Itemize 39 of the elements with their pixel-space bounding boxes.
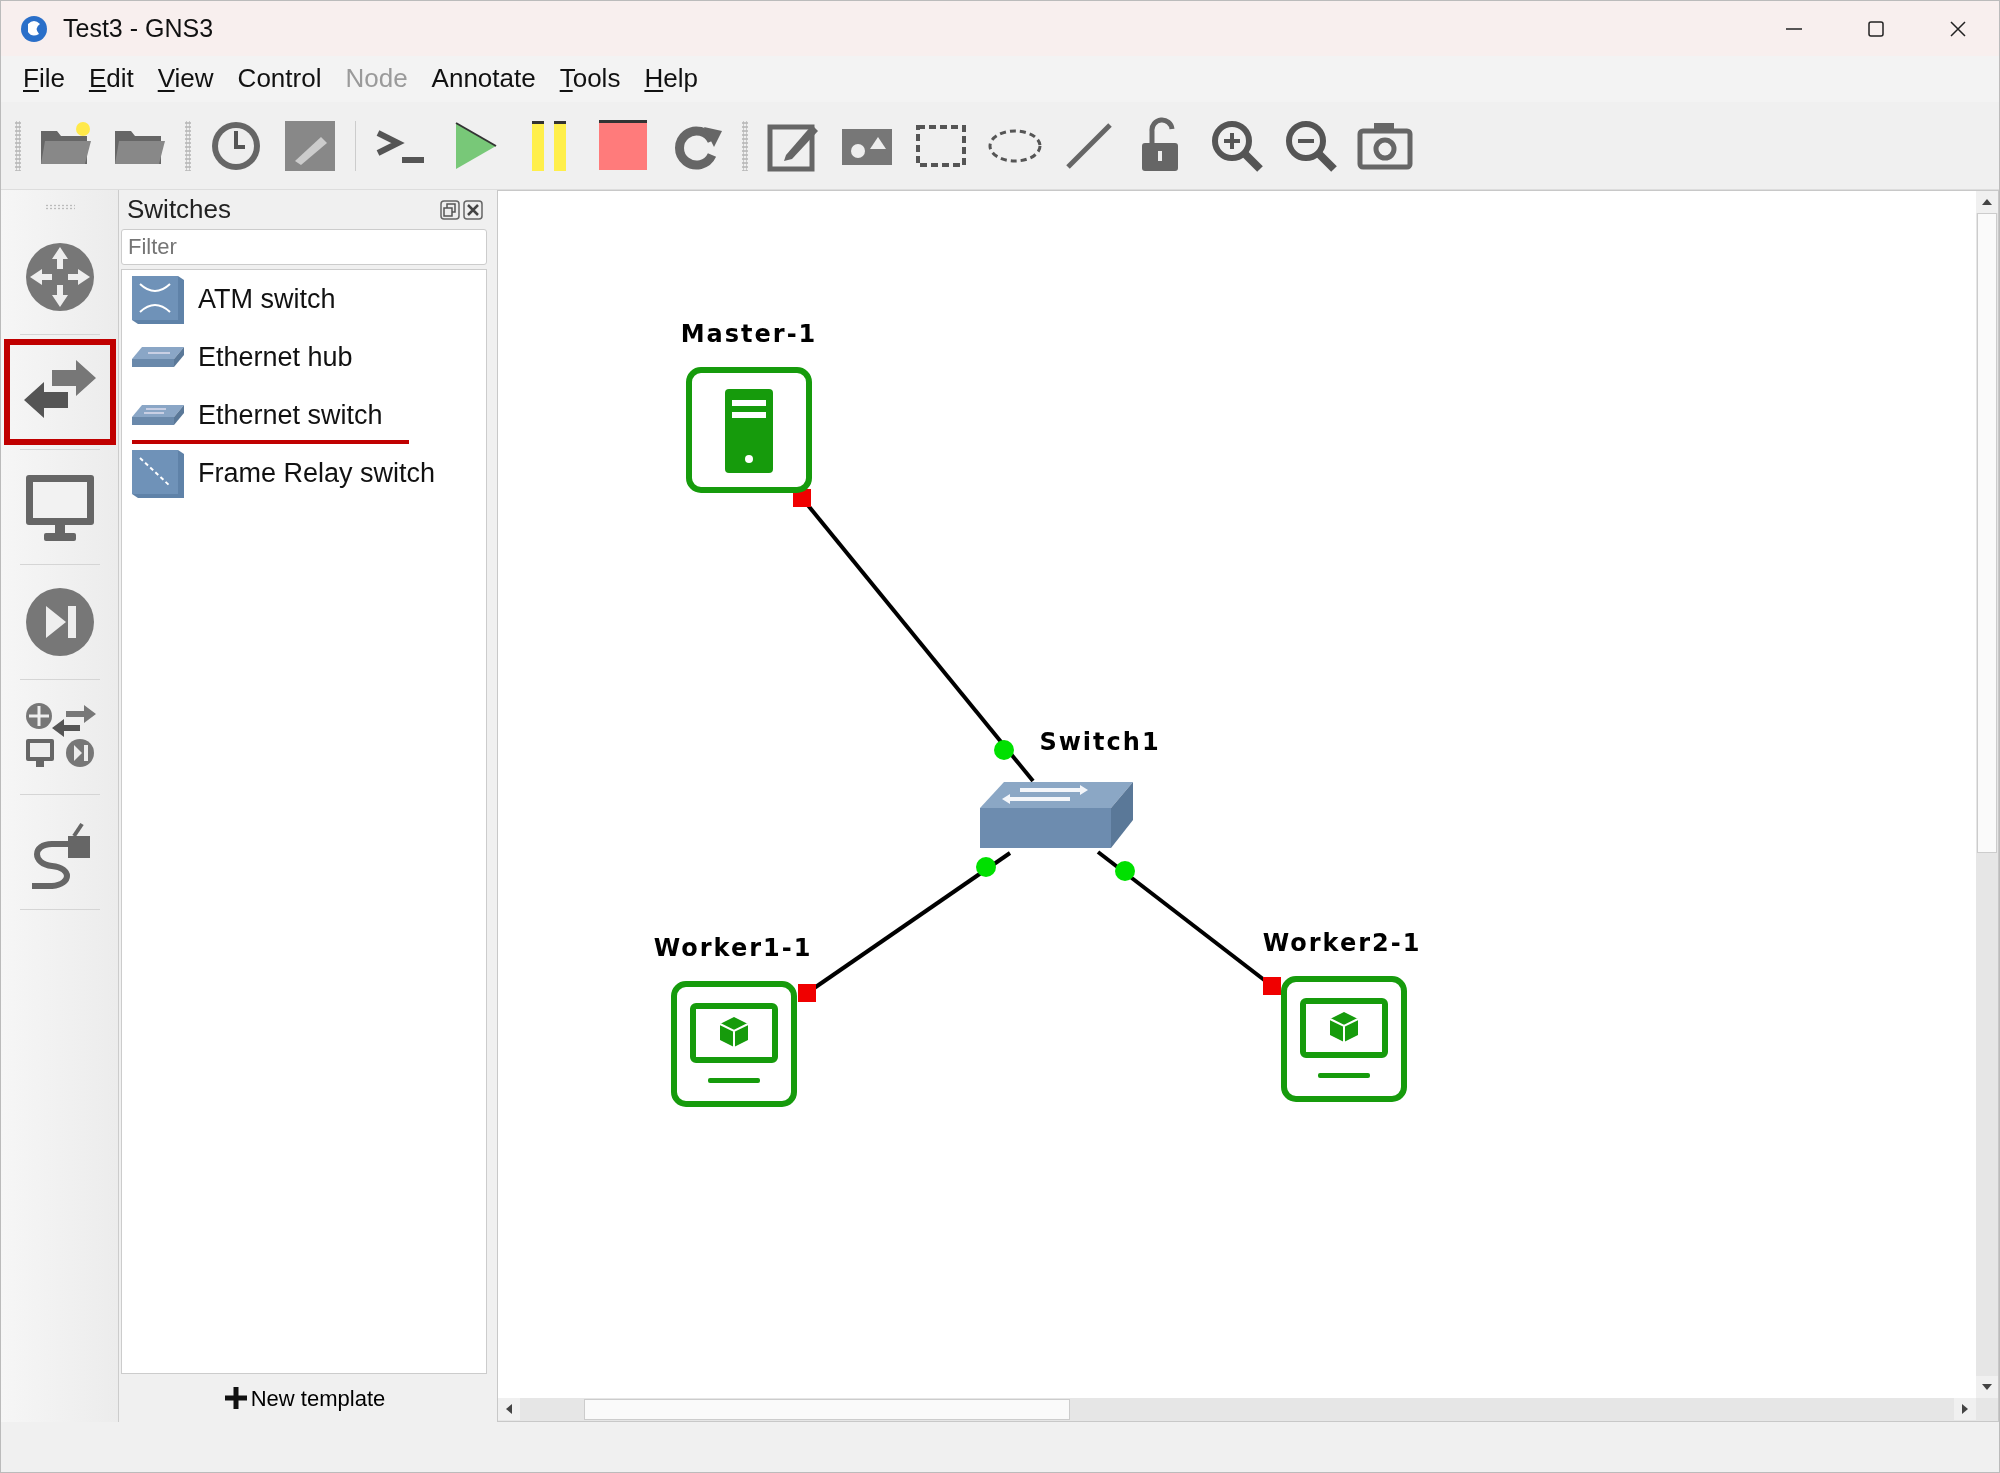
server-node[interactable] [686, 367, 812, 493]
float-icon[interactable] [440, 199, 460, 220]
vm-node[interactable] [671, 981, 797, 1107]
node-label: Worker1-1 [653, 934, 813, 962]
menu-item[interactable]: File [13, 63, 75, 95]
vm-node[interactable] [1281, 976, 1407, 1102]
window-title: Test3 - GNS3 [63, 12, 214, 44]
scroll-right-button[interactable] [1954, 1398, 1976, 1420]
scrollbar-thumb[interactable] [584, 1399, 1070, 1420]
filter-field[interactable]: Filter [121, 229, 487, 265]
scroll-left-button[interactable] [498, 1398, 520, 1420]
node-label: Worker2-1 [1262, 929, 1422, 957]
template-item[interactable]: ATM switch [128, 270, 480, 328]
node-label: Switch1 [1039, 728, 1161, 756]
scroll-up-button[interactable] [1976, 191, 1998, 213]
minimize-icon [1786, 27, 1802, 30]
node-label: Master-1 [680, 320, 818, 348]
menu-item[interactable]: Edit [78, 63, 144, 95]
panel-title: Switches [127, 193, 232, 226]
switch-node[interactable] [980, 782, 1133, 848]
menu-item[interactable]: Tools [549, 63, 631, 95]
new-template-button[interactable]: New template [218, 1381, 390, 1415]
scroll-down-button[interactable] [1976, 1376, 1998, 1398]
close-icon [1950, 20, 1966, 37]
scrollbar-thumb[interactable] [1977, 213, 1997, 853]
close-icon[interactable] [463, 199, 483, 220]
template-item[interactable]: Ethernet switch [128, 386, 480, 444]
switch-icon [130, 404, 186, 426]
template-item[interactable]: Frame Relay switch [128, 444, 480, 502]
plus-icon [222, 1385, 249, 1411]
template-item[interactable]: Ethernet hub [128, 328, 480, 386]
category-button[interactable] [3, 339, 116, 445]
maximize-icon [1868, 20, 1884, 37]
menu-item[interactable]: View [147, 63, 224, 95]
menu-item[interactable]: Control [227, 63, 332, 95]
app-logo-icon [19, 13, 49, 44]
hub-icon [130, 346, 186, 368]
menu-item[interactable]: Help [634, 63, 708, 95]
menu-item[interactable]: Annotate [421, 63, 546, 95]
